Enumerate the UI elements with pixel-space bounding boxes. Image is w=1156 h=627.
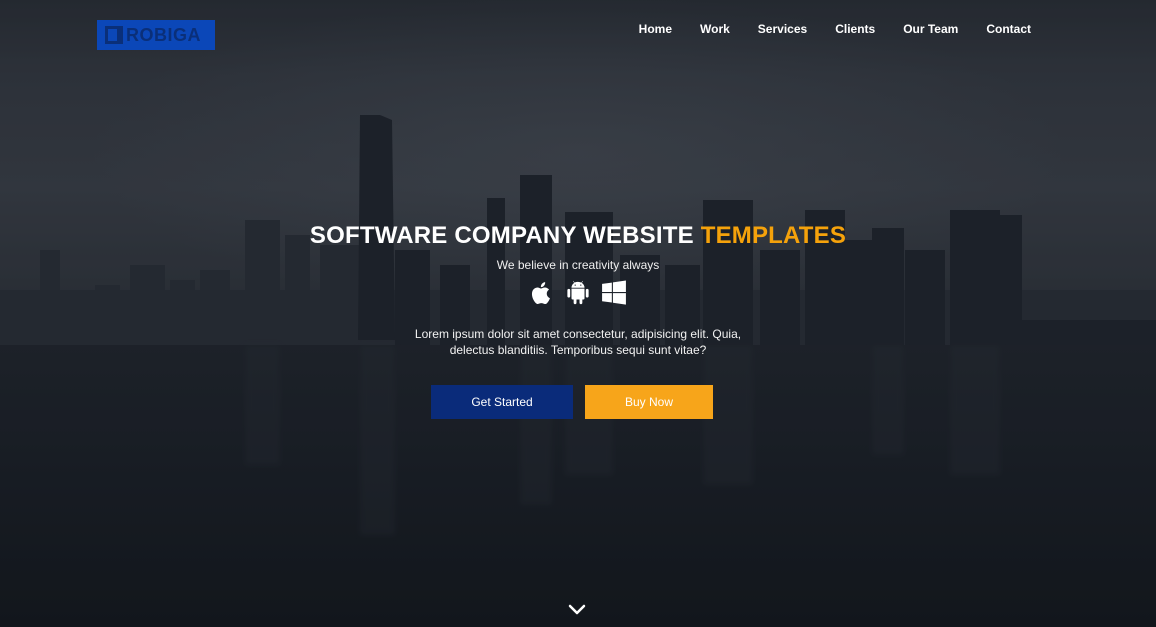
hero-section: ROBIGA Home Work Services Clients Our Te… <box>0 0 1156 627</box>
chevron-down-icon[interactable] <box>568 603 586 617</box>
logo-mark-icon <box>105 26 123 44</box>
nav-item-work[interactable]: Work <box>700 22 730 36</box>
platform-icons <box>0 280 1156 308</box>
get-started-button[interactable]: Get Started <box>431 385 573 419</box>
hero-buttons: Get Started Buy Now <box>431 385 713 419</box>
windows-icon <box>602 280 626 305</box>
logo[interactable]: ROBIGA <box>97 20 215 50</box>
nav-item-clients[interactable]: Clients <box>835 22 875 36</box>
description-line-1: Lorem ipsum dolor sit amet consectetur, … <box>414 327 742 341</box>
nav-item-our-team[interactable]: Our Team <box>903 22 958 36</box>
hero-tagline: We believe in creativity always <box>496 258 660 272</box>
nav-item-contact[interactable]: Contact <box>986 22 1031 36</box>
main-nav: Home Work Services Clients Our Team Cont… <box>639 22 1031 36</box>
headline-accent: TEMPLATES <box>700 222 847 249</box>
nav-item-home[interactable]: Home <box>639 22 672 36</box>
description-line-2: delectus blanditiis. Temporibus sequi su… <box>449 343 707 357</box>
hero-description: Lorem ipsum dolor sit amet consectetur, … <box>413 326 743 358</box>
apple-icon <box>531 282 550 305</box>
headline-main: SOFTWARE COMPANY WEBSITE <box>309 222 694 249</box>
logo-text: ROBIGA <box>126 24 201 45</box>
nav-item-services[interactable]: Services <box>758 22 807 36</box>
hero-content: SOFTWARE COMPANY WEBSITE TEMPLATES We be… <box>0 222 1156 358</box>
android-icon <box>567 280 589 305</box>
buy-now-button[interactable]: Buy Now <box>585 385 713 419</box>
hero-headline: SOFTWARE COMPANY WEBSITE TEMPLATES <box>0 222 1156 250</box>
